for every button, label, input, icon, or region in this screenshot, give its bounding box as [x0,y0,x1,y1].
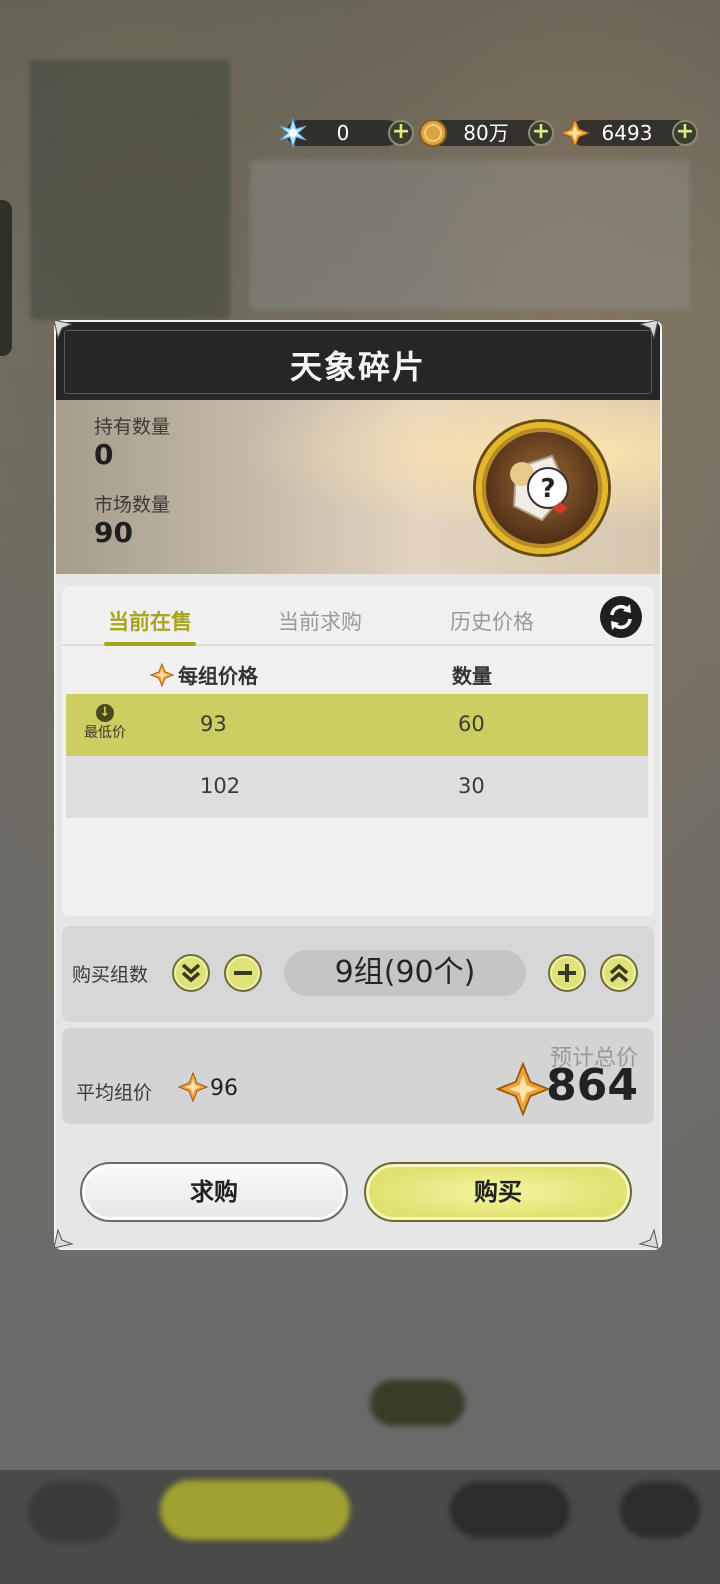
star-shard-icon [150,662,174,687]
background-bottom-bar [0,1470,720,1584]
corner-ornament-icon [638,318,660,340]
corner-ornament-icon [52,1228,74,1250]
item-info-banner: 持有数量 0 市场数量 90 ? [56,400,660,574]
add-crystal-button[interactable]: + [388,120,414,146]
crystal-count: 0 [336,121,350,145]
currency-bar: 0 + 80万 + 6493 + [278,116,706,150]
double-chevron-down-icon [181,963,201,983]
minus-icon [234,971,252,975]
average-price-value: 96 [210,1076,238,1101]
price-column-header: 每组价格 [150,660,258,689]
coin-count: 80万 [463,121,509,145]
corner-ornament-icon [52,318,74,340]
market-quantity-label: 市场数量 [94,494,171,516]
average-price-label: 平均组价 [76,1082,153,1104]
row-price: 93 [200,712,227,736]
crystal-icon [278,118,308,148]
row-quantity: 60 [458,712,485,736]
active-tab-indicator [104,642,196,646]
star-shard-count: 6493 [601,121,653,145]
row-quantity: 30 [458,774,485,798]
purchase-quantity-display: 9组(90个) [284,950,526,996]
double-chevron-up-icon [609,963,629,983]
market-listing-card: 当前在售 当前求购 历史价格 每组价格 数量 ↓ 最低价 93 60 102 3… [62,586,654,916]
decrease-max-button[interactable] [172,954,210,992]
item-icon[interactable]: ? [476,422,608,554]
star-shard-icon [178,1072,208,1102]
increase-button[interactable] [548,954,586,992]
add-star-shard-button[interactable]: + [672,120,698,146]
svg-text:?: ? [540,474,555,504]
decrease-button[interactable] [224,954,262,992]
lowest-price-label: 最低价 [84,725,126,741]
tab-price-history[interactable]: 历史价格 [422,606,562,636]
background-pill [620,1482,700,1538]
quantity-column-header: 数量 [452,664,492,688]
row-price: 102 [200,774,241,798]
lowest-price-tag: ↓ 最低价 [80,704,130,742]
increase-max-button[interactable] [600,954,638,992]
background-pill [28,1482,120,1542]
download-icon: ↓ [96,704,114,722]
purchase-quantity-card: 购买组数 9组(90个) [62,926,654,1022]
request-purchase-button[interactable]: 求购 [80,1162,348,1222]
price-summary-card: 平均组价 96 预计总价 864 [62,1028,654,1124]
dialog-header: 天象碎片 [56,322,660,400]
background-pill [450,1482,570,1538]
table-row[interactable]: ↓ 最低价 93 60 [66,694,648,756]
background-pill [370,1380,465,1426]
estimated-total-value: 864 [546,1060,638,1111]
price-column-label: 每组价格 [178,664,258,688]
background-figure [30,60,230,320]
held-quantity-label: 持有数量 [94,416,171,438]
plus-icon [558,964,576,982]
tab-on-sale[interactable]: 当前在售 [80,606,220,636]
tab-buy-requests[interactable]: 当前求购 [250,606,390,636]
background-panel [250,160,690,310]
coin-icon [418,118,448,148]
corner-ornament-icon [638,1228,660,1250]
add-coin-button[interactable]: + [528,120,554,146]
side-tab [0,200,12,356]
market-dialog: 天象碎片 持有数量 0 市场数量 90 ? 当前在售 当前求购 历史价格 每组价… [56,322,660,1248]
refresh-button[interactable] [600,596,642,638]
dialog-title: 天象碎片 [289,348,426,386]
star-shard-icon [496,1062,550,1116]
held-quantity-value: 0 [94,438,114,471]
star-shard-icon [560,118,590,148]
buy-button[interactable]: 购买 [364,1162,632,1222]
purchase-groups-label: 购买组数 [72,964,149,986]
background-pill [160,1480,350,1540]
market-quantity-value: 90 [94,516,133,549]
table-row[interactable]: 102 30 [66,756,648,818]
refresh-icon [610,604,632,630]
